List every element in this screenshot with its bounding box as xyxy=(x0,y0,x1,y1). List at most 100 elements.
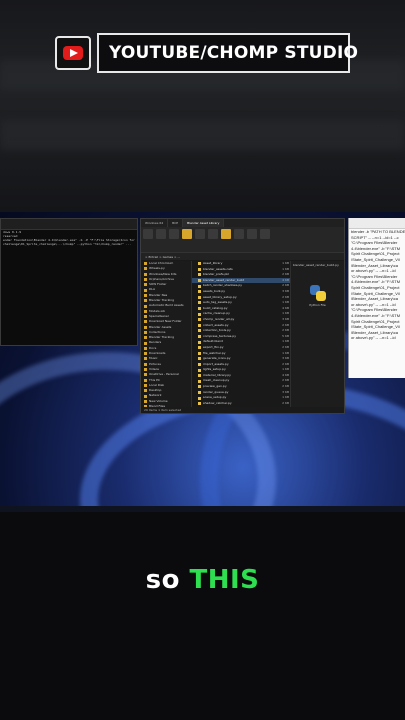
folder-icon xyxy=(144,325,147,329)
navigation-pane: Local Chromium Wheels-py Windows/New Kits O… xyxy=(141,261,192,407)
cut-icon[interactable] xyxy=(195,229,205,239)
preview-pane: blender_asset_render_build.py Python Fil… xyxy=(290,261,344,407)
file-icon xyxy=(198,374,201,378)
folder-icon[interactable] xyxy=(182,229,192,239)
folder-icon xyxy=(144,283,147,287)
file-icon xyxy=(198,379,201,383)
explorer-body: Local Chromium Wheels-py Windows/New Kits O… xyxy=(141,261,344,407)
terminal-line: challenge\01_Sprite_challenge\...\chomp"… xyxy=(3,242,132,246)
notepad-line: \State_Spirit_Challenge_Vil xyxy=(351,256,400,262)
file-icon xyxy=(198,295,201,299)
blur-band xyxy=(0,120,405,150)
paste-icon[interactable] xyxy=(169,229,179,239)
file-icon xyxy=(198,318,201,322)
caption-highlight-word: THIS xyxy=(189,565,260,595)
file-icon xyxy=(198,301,201,305)
folder-icon xyxy=(144,373,147,377)
preview-title: blender_asset_render_build.py xyxy=(293,263,339,267)
notepad-line: 4.4\blender.exe" -b "F:\STM xyxy=(351,312,401,318)
folder-icon xyxy=(144,362,147,366)
folder-icon xyxy=(144,336,147,340)
file-icon xyxy=(198,340,201,344)
status-bar: 29 items 1 item selected xyxy=(141,407,344,413)
file-icon xyxy=(198,346,201,350)
folder-icon xyxy=(144,320,147,324)
folder-icon xyxy=(144,288,147,292)
file-icon xyxy=(198,402,201,406)
channel-name: YOUTUBE/CHOMP STUDIO xyxy=(109,43,359,63)
explorer-tabs: Windows 64 BCE Blender Asset Library xyxy=(141,219,344,227)
folder-icon xyxy=(144,357,147,361)
folder-icon xyxy=(144,262,147,266)
file-icon xyxy=(198,262,201,266)
file-icon xyxy=(198,323,201,327)
youtube-logo-icon xyxy=(55,36,91,70)
folder-icon xyxy=(144,267,147,271)
file-icon xyxy=(198,284,201,288)
folder-icon xyxy=(144,383,147,387)
file-icon xyxy=(198,307,201,311)
subtitle-caption: so THIS xyxy=(0,565,405,595)
folder-icon xyxy=(144,331,147,334)
copy-icon[interactable] xyxy=(156,229,166,239)
address-bar[interactable]: > Entrail > Games > ... xyxy=(141,253,344,260)
channel-banner: YOUTUBE/CHOMP STUDIO xyxy=(55,33,358,73)
notepad-toolbar xyxy=(349,218,405,229)
preview-meta: Python File xyxy=(309,303,326,307)
notepad-line: \Blender_Asset_Library\ca xyxy=(351,296,398,302)
file-icon xyxy=(198,385,201,389)
rename-icon[interactable] xyxy=(208,229,218,239)
youtube-play-icon xyxy=(70,49,78,57)
notepad-text[interactable]: blender -b "PATH TO BLENDER SCRIPT" -- --… xyxy=(349,229,405,341)
notepad-window[interactable]: blender -b "PATH TO BLENDER SCRIPT" -- --… xyxy=(348,218,405,378)
file-icon xyxy=(198,368,201,372)
notepad-line: blender -b "PATH TO BLENDER xyxy=(351,229,405,234)
file-icon xyxy=(198,267,201,271)
tab-blender-asset-library[interactable]: Blender Asset Library xyxy=(183,219,225,227)
terminal-titlebar[interactable] xyxy=(1,219,137,230)
folder-icon xyxy=(144,299,147,303)
desktop-screenshot: dows 0.1.9 reserved ender Foundation\Blend… xyxy=(0,212,405,512)
file-icon xyxy=(198,329,201,333)
notepad-line: \State_Spirit_Challenge_Vil xyxy=(351,324,400,330)
file-icon xyxy=(198,390,201,394)
file-icon xyxy=(198,290,201,294)
blurred-background-top xyxy=(0,0,405,212)
folder-icon xyxy=(144,378,147,382)
file-icon xyxy=(198,351,201,355)
folder-icon xyxy=(144,368,147,372)
tab-windows[interactable]: Windows 64 xyxy=(141,219,169,227)
file-list: Asset_library 1 KB blender_assets.cats 1 KB… xyxy=(192,261,290,407)
delete-icon[interactable] xyxy=(234,229,244,239)
notepad-line: Spirit Challenge\01_Project xyxy=(351,284,400,290)
pin-icon[interactable] xyxy=(143,229,153,239)
folder-icon xyxy=(144,346,147,350)
select-all-icon[interactable] xyxy=(260,229,270,239)
folder-icon xyxy=(144,315,147,319)
folder-icon xyxy=(144,293,147,297)
folder-icon xyxy=(144,341,147,345)
folder-icon xyxy=(144,278,147,282)
folder-icon xyxy=(144,352,147,356)
file-icon xyxy=(198,279,201,283)
folder-icon xyxy=(144,304,147,308)
notepad-line: "C:\Program Files\Blender xyxy=(351,240,398,246)
folder-icon xyxy=(144,272,147,276)
file-icon xyxy=(198,362,201,366)
file-icon xyxy=(198,396,201,400)
blurred-background-bottom xyxy=(0,512,405,720)
terminal-window[interactable]: dows 0.1.9 reserved ender Foundation\Blend… xyxy=(0,218,138,346)
notepad-line: or above\.py" -- --n=1 --id xyxy=(351,335,396,341)
terminal-output: dows 0.1.9 reserved ender Foundation\Blend… xyxy=(1,230,137,246)
properties-icon[interactable] xyxy=(247,229,257,239)
file-icon xyxy=(198,312,201,316)
folder-icon xyxy=(144,309,147,313)
file-icon xyxy=(198,273,201,277)
folder-icon xyxy=(144,394,147,398)
channel-name-box: YOUTUBE/CHOMP STUDIO xyxy=(97,33,358,73)
folder-icon xyxy=(144,399,147,403)
file-icon xyxy=(198,335,201,339)
new-folder-icon[interactable] xyxy=(221,229,231,239)
file-explorer-window[interactable]: Windows 64 BCE Blender Asset Library > E… xyxy=(140,218,345,414)
tab-bce[interactable]: BCE xyxy=(168,219,184,227)
